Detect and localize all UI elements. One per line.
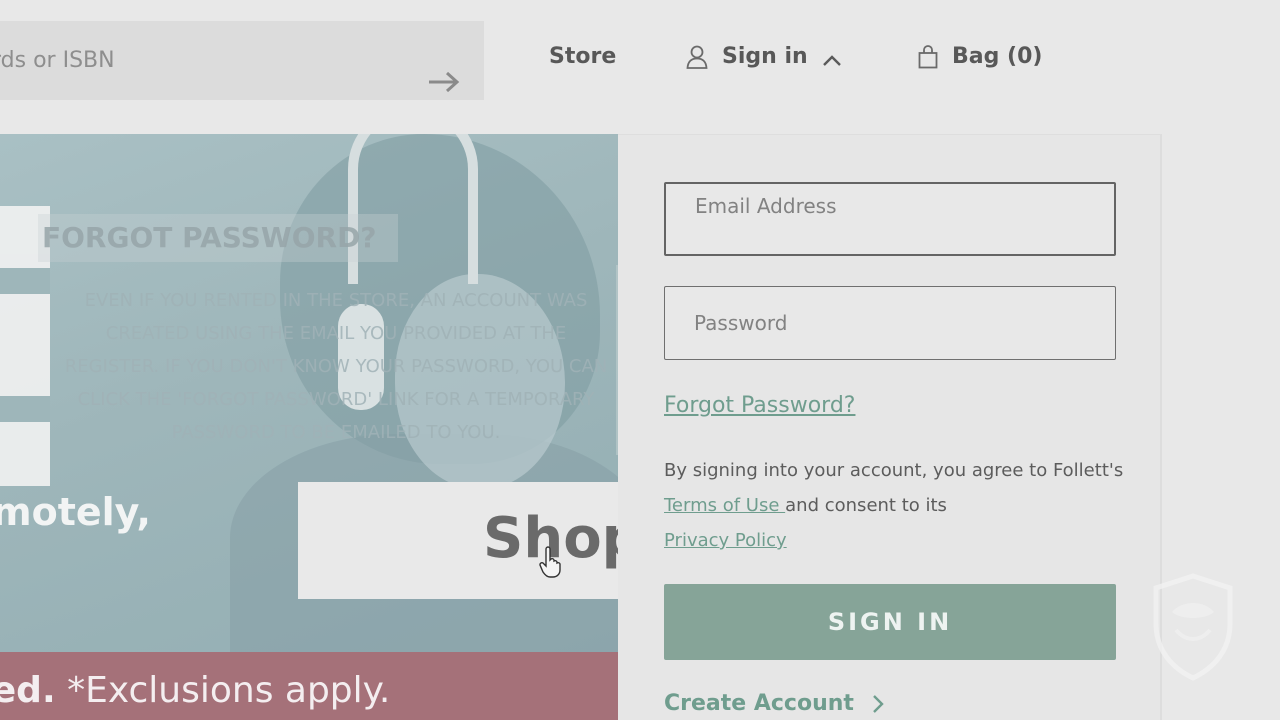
tooltip-line: EVEN IF YOU RENTED IN THE STORE, AN ACCO… (84, 290, 588, 311)
forgot-password-tooltip-body: EVEN IF YOU RENTED IN THE STORE, AN ACCO… (30, 284, 618, 449)
promo-bold: red. (0, 670, 56, 711)
email-field-wrapper (664, 182, 1116, 256)
tooltip-line: PASSWORD TO BE EMAILED TO YOU. (171, 422, 501, 443)
user-icon (686, 45, 708, 69)
signin-submit-button[interactable]: SIGN IN (664, 584, 1116, 660)
signin-dropdown-panel: Forgot Password? By signing into your ac… (618, 134, 1162, 720)
tooltip-line: REGISTER. IF YOU DON'T KNOW YOUR PASSWOR… (64, 356, 608, 377)
email-field[interactable] (666, 184, 1114, 228)
nav-signin-label: Sign in (722, 44, 808, 69)
terms-prefix: By signing into your account, you agree … (664, 460, 1124, 481)
create-account-link[interactable]: Create Account (664, 691, 884, 716)
terms-middle: and consent to its (785, 495, 947, 516)
chevron-right-icon (873, 694, 884, 713)
hand-pointer-icon (539, 546, 561, 578)
promo-text: red. *Exclusions apply. (0, 670, 390, 711)
shopping-bag-icon (918, 44, 938, 68)
nav-bag-label: Bag (0) (952, 44, 1043, 69)
tooltip-line: CLICK THE 'FORGOT PASSWORD' LINK FOR A T… (77, 389, 595, 410)
forgot-password-tooltip-title: FORGOT PASSWORD? (38, 214, 398, 262)
hero-banner: FORGOT PASSWORD? EVEN IF YOU RENTED IN T… (0, 134, 618, 652)
chevron-up-icon (822, 54, 841, 66)
terms-of-use-link[interactable]: Terms of Use (664, 495, 785, 516)
password-field[interactable] (665, 287, 1115, 359)
hero-tagline: motely, (0, 490, 151, 534)
promo-banner: red. *Exclusions apply. (0, 652, 618, 720)
nav-store-link[interactable]: Store (549, 44, 616, 69)
terms-notice: By signing into your account, you agree … (664, 453, 1134, 558)
search-bar (0, 21, 484, 100)
promo-rest: *Exclusions apply. (55, 670, 391, 711)
password-field-wrapper (664, 286, 1116, 360)
nav-signin-toggle[interactable]: Sign in (686, 44, 842, 69)
tooltip-line: CREATED USING THE EMAIL YOU PROVIDED AT … (105, 323, 567, 344)
create-account-label: Create Account (664, 691, 854, 716)
shop-button[interactable]: Shop (298, 482, 618, 599)
search-input[interactable] (0, 21, 420, 100)
arrow-right-icon[interactable] (428, 71, 460, 93)
privacy-policy-link[interactable]: Privacy Policy (664, 530, 787, 551)
nav-bag-link[interactable]: Bag (0) (918, 44, 1042, 69)
forgot-password-link[interactable]: Forgot Password? (664, 393, 855, 418)
shield-logo-icon (1153, 573, 1233, 681)
